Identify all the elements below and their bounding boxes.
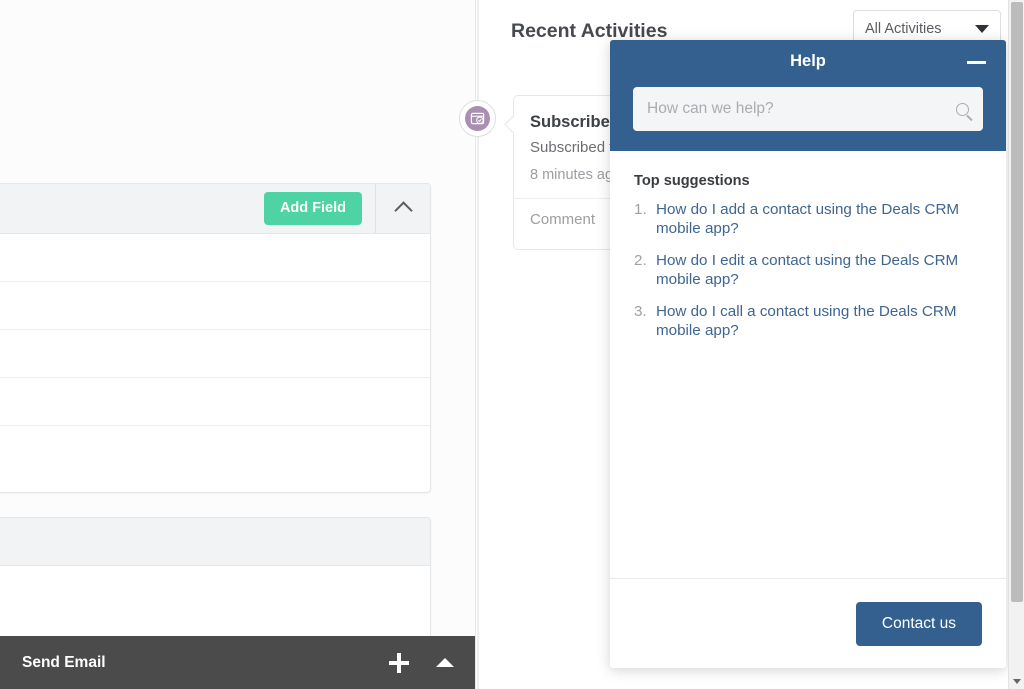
add-field-button[interactable]: Add Field: [263, 192, 362, 225]
subscription-check-icon: [465, 106, 490, 131]
caret-down-icon: [975, 24, 989, 33]
field-row[interactable]: [0, 566, 430, 614]
minimize-icon[interactable]: [967, 61, 986, 64]
field-row[interactable]: [0, 378, 430, 426]
help-widget-body: Top suggestions How do I add a contact u…: [610, 151, 1006, 578]
suggestion-link[interactable]: How do I add a contact using the Deals C…: [656, 200, 982, 239]
detail-card-secondary-header: [0, 518, 430, 566]
activity-type-badge: [459, 100, 496, 137]
suggestion-link[interactable]: How do I call a contact using the Deals …: [656, 302, 982, 341]
activities-filter-label: All Activities: [865, 20, 942, 37]
help-widget-header: Help: [610, 40, 1006, 151]
top-suggestions-list: How do I add a contact using the Deals C…: [634, 200, 982, 341]
top-suggestions-title: Top suggestions: [634, 173, 750, 189]
suggestion-link[interactable]: How do I edit a contact using the Deals …: [656, 251, 982, 290]
chevron-up-icon: [393, 201, 413, 220]
help-widget-title: Help: [790, 52, 826, 70]
help-widget-footer: Contact us: [610, 578, 1006, 668]
send-email-bar[interactable]: Send Email: [0, 636, 476, 689]
detail-card-secondary-rows: [0, 566, 430, 614]
list-item[interactable]: How do I add a contact using the Deals C…: [634, 200, 982, 239]
scrollbar-thumb[interactable]: [1011, 2, 1023, 602]
chevron-up-icon[interactable]: [436, 658, 454, 667]
help-search-input[interactable]: [647, 100, 950, 118]
page-scrollbar[interactable]: [1008, 0, 1024, 689]
app-root: Add Field Send Email Recent Activities A…: [0, 0, 1024, 689]
left-panel: Add Field Send Email: [0, 0, 476, 689]
list-item[interactable]: How do I call a contact using the Deals …: [634, 302, 982, 341]
field-row[interactable]: [0, 330, 430, 378]
collapse-primary-card-button[interactable]: [375, 184, 430, 233]
list-item[interactable]: How do I edit a contact using the Deals …: [634, 251, 982, 290]
detail-card-primary: Add Field: [0, 183, 431, 493]
move-handle-icon[interactable]: [388, 652, 410, 674]
detail-card-secondary: [0, 517, 431, 645]
field-row[interactable]: [0, 282, 430, 330]
detail-card-primary-rows: [0, 234, 430, 474]
field-row[interactable]: [0, 234, 430, 282]
detail-card-primary-header: Add Field: [0, 184, 430, 234]
scroll-down-arrow-icon[interactable]: [1013, 679, 1021, 684]
search-icon[interactable]: [956, 102, 969, 116]
field-row[interactable]: [0, 426, 430, 474]
help-search-field[interactable]: [633, 87, 983, 131]
help-widget: Help Top suggestions How do I add a cont…: [610, 40, 1006, 668]
contact-us-button[interactable]: Contact us: [855, 601, 982, 646]
send-email-title: Send Email: [22, 653, 106, 671]
